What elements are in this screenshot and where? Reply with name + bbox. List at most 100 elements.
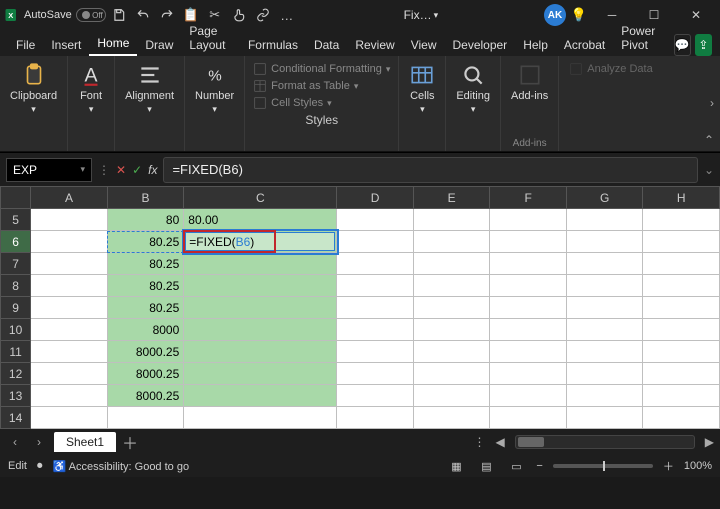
tab-options-icon[interactable]: ⋮	[474, 435, 486, 449]
macro-record-icon[interactable]: ⏺	[37, 460, 43, 473]
cell[interactable]	[413, 341, 490, 363]
clipboard-button[interactable]: Clipboard▾	[10, 62, 57, 115]
horizontal-scrollbar[interactable]	[515, 435, 695, 449]
cell[interactable]	[413, 363, 490, 385]
row-8[interactable]: 8	[1, 275, 31, 297]
cell[interactable]	[413, 231, 490, 253]
filename[interactable]: Fix… ▾	[404, 8, 439, 22]
cells-button[interactable]: Cells▾	[409, 62, 435, 115]
zoom-level[interactable]: 100%	[684, 460, 712, 472]
cell[interactable]	[31, 341, 108, 363]
menu-acrobat[interactable]: Acrobat	[556, 34, 613, 56]
cell[interactable]	[490, 297, 567, 319]
accessibility-status[interactable]: ♿ Accessibility: Good to go	[52, 460, 189, 473]
add-sheet-button[interactable]: ＋	[122, 430, 138, 454]
analyze-data-button[interactable]: Analyze Data	[569, 62, 652, 76]
enter-icon[interactable]: ✓	[132, 163, 142, 177]
cell[interactable]: 8000.25	[107, 341, 184, 363]
cell[interactable]: 80.00	[184, 209, 337, 231]
cell[interactable]	[413, 385, 490, 407]
cell[interactable]: 80	[107, 209, 184, 231]
prev-sheet-icon[interactable]: ‹	[6, 433, 24, 451]
col-E[interactable]: E	[413, 187, 490, 209]
cancel-icon[interactable]: ✕	[116, 163, 126, 177]
cell[interactable]	[643, 231, 720, 253]
cell[interactable]	[184, 319, 337, 341]
select-all-corner[interactable]	[1, 187, 31, 209]
addins-button[interactable]: Add-ins	[511, 62, 548, 102]
cell[interactable]	[31, 363, 108, 385]
share-button[interactable]: ⇪	[695, 34, 712, 56]
row-5[interactable]: 5	[1, 209, 31, 231]
col-H[interactable]: H	[643, 187, 720, 209]
cell[interactable]	[490, 341, 567, 363]
cell[interactable]	[31, 319, 108, 341]
row-9[interactable]: 9	[1, 297, 31, 319]
cell[interactable]	[31, 209, 108, 231]
comments-button[interactable]: 💬	[674, 34, 691, 56]
cell[interactable]	[31, 275, 108, 297]
cell[interactable]	[643, 407, 720, 429]
scroll-left-icon[interactable]: ◀	[496, 435, 505, 449]
menu-home[interactable]: Home	[89, 32, 137, 56]
zoom-out-icon[interactable]: −	[536, 460, 542, 472]
collapse-ribbon-icon[interactable]: ⌃	[704, 133, 714, 147]
cell[interactable]	[643, 253, 720, 275]
user-avatar[interactable]: AK	[544, 4, 566, 26]
ribbon-next-icon[interactable]: ›	[710, 96, 714, 110]
cell[interactable]	[566, 297, 643, 319]
cell[interactable]	[643, 297, 720, 319]
menu-view[interactable]: View	[403, 34, 445, 56]
cell[interactable]	[337, 407, 414, 429]
cell[interactable]	[337, 319, 414, 341]
cell-styles-button[interactable]: Cell Styles ▾	[253, 96, 390, 110]
cell[interactable]	[184, 407, 337, 429]
col-A[interactable]: A	[31, 187, 108, 209]
name-box[interactable]: EXP▾	[6, 158, 92, 182]
cell[interactable]	[566, 407, 643, 429]
col-F[interactable]: F	[490, 187, 567, 209]
cell[interactable]	[566, 275, 643, 297]
cell[interactable]	[31, 231, 108, 253]
next-sheet-icon[interactable]: ›	[30, 433, 48, 451]
cell[interactable]	[566, 341, 643, 363]
cell[interactable]	[184, 297, 337, 319]
cell[interactable]: 80.25	[107, 253, 184, 275]
cell[interactable]	[337, 209, 414, 231]
cell[interactable]	[31, 385, 108, 407]
fx-icon[interactable]: fx	[148, 163, 157, 177]
row-14[interactable]: 14	[1, 407, 31, 429]
conditional-formatting-button[interactable]: Conditional Formatting ▾	[253, 62, 390, 76]
editing-button[interactable]: Editing▾	[456, 62, 490, 115]
cell[interactable]	[490, 275, 567, 297]
cell[interactable]	[337, 253, 414, 275]
font-button[interactable]: A Font▾	[78, 62, 104, 115]
cell[interactable]: 80.25	[107, 275, 184, 297]
link-icon[interactable]	[252, 4, 274, 26]
cell[interactable]	[490, 209, 567, 231]
formula-input[interactable]: =FIXED(B6)	[163, 157, 697, 183]
cell[interactable]	[413, 275, 490, 297]
menu-file[interactable]: File	[8, 34, 43, 56]
cell[interactable]	[337, 341, 414, 363]
col-B[interactable]: B	[107, 187, 184, 209]
cell[interactable]	[643, 363, 720, 385]
row-11[interactable]: 11	[1, 341, 31, 363]
lightbulb-icon[interactable]: 💡	[568, 4, 590, 26]
cell[interactable]	[31, 407, 108, 429]
menu-power-pivot[interactable]: Power Pivot	[613, 20, 669, 56]
menu-developer[interactable]: Developer	[444, 34, 515, 56]
scroll-right-icon[interactable]: ▶	[705, 435, 714, 449]
cell[interactable]	[643, 341, 720, 363]
cell[interactable]	[490, 253, 567, 275]
number-button[interactable]: % Number▾	[195, 62, 234, 115]
more-icon[interactable]: …	[276, 4, 298, 26]
autosave-switch[interactable]: Off	[76, 8, 106, 22]
row-7[interactable]: 7	[1, 253, 31, 275]
cell[interactable]	[337, 297, 414, 319]
cell[interactable]	[184, 275, 337, 297]
cell[interactable]	[337, 385, 414, 407]
cell[interactable]: 80.25	[107, 297, 184, 319]
format-as-table-button[interactable]: Format as Table ▾	[253, 79, 390, 93]
col-G[interactable]: G	[566, 187, 643, 209]
